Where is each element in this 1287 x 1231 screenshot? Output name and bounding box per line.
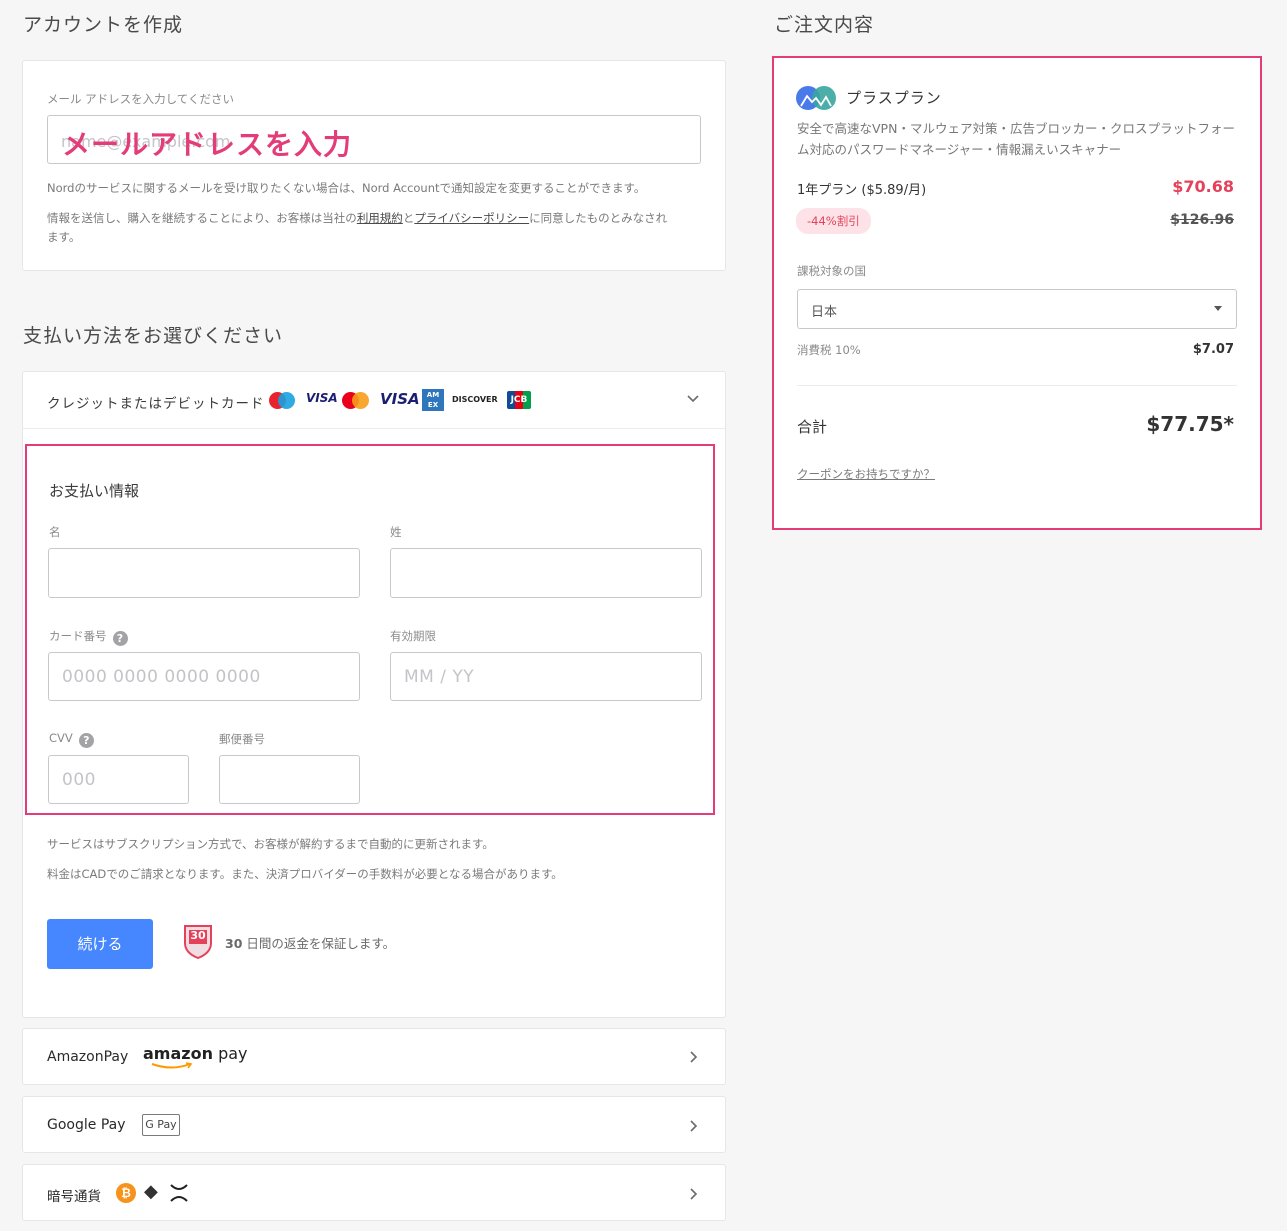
expiry-label: 有効期限 [390,629,436,643]
plan-price: $70.68 [1172,177,1234,196]
nord-plan-logo-icon [796,86,836,110]
amazon-pay-label: AmazonPay [47,1049,129,1065]
continue-button[interactable]: 続ける [47,919,153,969]
card-number-label-text: カード番号 [49,629,107,643]
plan-description: 安全で高速なVPN・マルウェア対策・広告ブロッカー・クロスプラットフォーム対応の… [797,121,1235,157]
order-heading: ご注文内容 [774,14,875,36]
ethereum-icon: ◆ [144,1181,158,1202]
notification-notice: Nordのサービスに関するメールを受け取りたくない場合は、Nord Accoun… [47,181,646,195]
expiry-field[interactable]: MM / YY [390,652,702,701]
tax-value: $7.07 [1192,342,1234,357]
money-back-badge-icon: 30 [183,923,213,960]
jcb-logo-icon: JCB [507,391,531,409]
crypto-label: 暗号通貨 [47,1189,101,1205]
money-back-badge-number: 30 [190,929,206,942]
cvv-label-text: CVV [49,731,73,745]
google-pay-label: Google Pay [47,1117,126,1133]
amazon-pay-logo-icon: amazon pay [143,1044,248,1063]
chevron-right-icon[interactable] [686,1118,700,1137]
last-name-label: 姓 [390,525,402,539]
divider [797,385,1237,386]
amazon-logo-text: amazon [143,1044,213,1063]
payment-heading: 支払い方法をお選びください [23,325,284,347]
help-icon[interactable]: ? [78,733,94,748]
mastercard-logo-icon [342,391,372,409]
amazon-pay-logo-text: pay [218,1044,248,1063]
account-heading: アカウントを作成 [23,14,184,36]
discount-badge: -44%割引 [796,208,871,234]
country-value: 日本 [811,305,838,320]
google-pay-option[interactable]: Google Pay G Pay [22,1096,726,1153]
discover-logo-icon: DISCOVER [452,395,498,404]
country-select[interactable]: 日本 [797,289,1237,329]
visa-electron-logo-icon: VISA [306,391,338,405]
terms-notice: 情報を送信し、購入を継続することにより、お客様は当社の利用規約とプライバシーポリ… [47,209,707,247]
subscription-note: サービスはサブスクリプション方式で、お客様が解約するまで自動的に更新されます。 [47,837,494,851]
card-method-header[interactable]: クレジットまたはデビットカード VISA VISA AM EX DISCOVER… [23,372,725,429]
guarantee-days: 30 [225,936,243,951]
cvv-placeholder: 000 [62,770,96,790]
money-back-guarantee: 30 日間の返金を保証します。 [225,933,395,952]
help-icon[interactable]: ? [112,631,128,646]
order-summary-card: プラスプラン 安全で高速なVPN・マルウェア対策・広告ブロッカー・クロスプラット… [772,56,1262,530]
crypto-option[interactable]: 暗号通貨 ₿ ◆ [22,1164,726,1221]
terms-notice-text: 情報を送信し、購入を継続することにより、お客様は当社の [47,211,357,225]
terms-link[interactable]: 利用規約 [357,211,403,225]
caret-down-icon [1214,306,1222,311]
zip-label: 郵便番号 [219,732,265,746]
terms-notice-end: ます。 [47,230,81,244]
card-number-placeholder: 0000 0000 0000 0000 [62,667,261,687]
email-field[interactable]: name@example.com メールアドレスを入力 [47,115,701,164]
chevron-right-icon[interactable] [686,1186,700,1205]
google-pay-logo-icon: G Pay [142,1114,180,1136]
country-label: 課税対象の国 [797,264,866,278]
card-number-label: カード番号? [49,628,128,646]
xrp-icon [170,1184,188,1202]
card-payment-panel: クレジットまたはデビットカード VISA VISA AM EX DISCOVER… [22,371,726,1018]
amazon-pay-option[interactable]: AmazonPay amazon pay [22,1028,726,1085]
plan-term: 1年プラン ($5.89/月) [797,183,927,198]
zip-field[interactable] [219,755,360,804]
amex-logo-icon: AM EX [422,389,444,411]
privacy-link[interactable]: プライバシーポリシー [414,211,529,225]
chevron-down-icon[interactable] [686,390,700,409]
terms-notice-tail: に同意したものとみなされ [529,211,668,225]
first-name-label: 名 [49,525,61,539]
payment-info-highlight: お支払い情報 名 姓 カード番号? 0000 0000 0000 0000 有効… [25,444,715,815]
amazon-smile-icon [151,1062,193,1069]
email-label: メール アドレスを入力してください [47,92,234,106]
cvv-label: CVV? [49,731,94,748]
chevron-right-icon[interactable] [686,1049,700,1068]
currency-note: 料金はCADでのご請求となります。また、決済プロバイダーの手数料が必要となる場合… [47,867,563,881]
total-value: $77.75* [1146,412,1234,436]
visa-logo-icon: VISA [380,390,420,408]
card-method-label: クレジットまたはデビットカード [47,396,265,412]
payment-info-heading: お支払い情報 [49,482,140,500]
plan-name: プラスプラン [846,89,942,107]
maestro-logo-icon [269,391,299,409]
account-card: メール アドレスを入力してください name@example.com メールアド… [22,60,726,271]
first-name-field[interactable] [48,548,360,598]
terms-notice-and: と [402,211,415,225]
coupon-link[interactable]: クーポンをお持ちですか？ [797,466,935,482]
card-number-field[interactable]: 0000 0000 0000 0000 [48,652,360,701]
bitcoin-icon: ₿ [116,1183,136,1203]
guarantee-text: 日間の返金を保証します。 [242,936,396,951]
email-annotation: メールアドレスを入力 [62,128,353,161]
cvv-field[interactable]: 000 [48,755,189,804]
original-price: $126.96 [1170,212,1234,228]
tax-label: 消費税 10% [797,343,861,357]
last-name-field[interactable] [390,548,702,598]
expiry-placeholder: MM / YY [404,667,475,687]
total-label: 合計 [797,418,828,436]
